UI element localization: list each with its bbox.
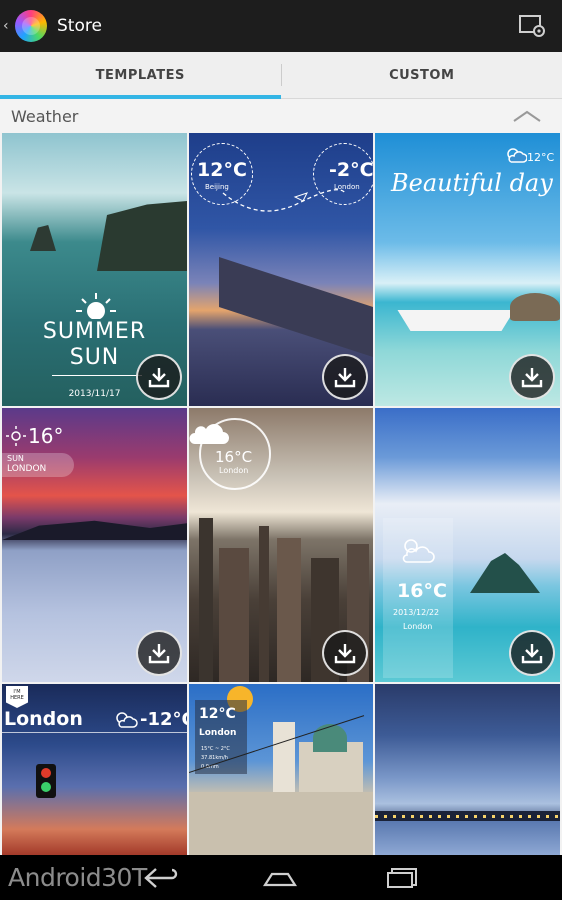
- facade: [189, 792, 373, 855]
- sun-icon: [6, 426, 26, 446]
- download-icon: [334, 644, 356, 664]
- building: [277, 538, 301, 682]
- template-tile-sunset-lake[interactable]: 16° SUN LONDON: [2, 408, 187, 682]
- download-button[interactable]: [136, 630, 182, 676]
- screen-settings-icon[interactable]: [518, 14, 546, 38]
- system-nav-bar: Android30T: [0, 855, 562, 900]
- tile-temp: 12°C: [527, 151, 555, 164]
- tile-temp: -12°C: [140, 709, 187, 730]
- recents-icon[interactable]: [384, 867, 420, 889]
- download-icon: [148, 368, 170, 388]
- rock-small: [30, 225, 56, 251]
- mountain-silhouette: [2, 520, 187, 540]
- divider-line: [52, 375, 142, 376]
- download-button[interactable]: [322, 354, 368, 400]
- download-icon: [334, 368, 356, 388]
- flight-path-line: [222, 189, 346, 212]
- template-grid: SUMMER SUN 2013/11/17 12°C Beijing -2°C …: [0, 133, 562, 855]
- template-tile-cathedral[interactable]: 12°C London 15°C ~ 2°C 37.81km/h 0.0mm: [189, 684, 373, 855]
- water: [375, 821, 560, 855]
- watermark: Android30T: [8, 863, 147, 892]
- tile-tag: I'M HERE: [10, 689, 24, 701]
- download-button[interactable]: [136, 354, 182, 400]
- template-tile-traffic[interactable]: I'M HERE London -12°C: [2, 684, 187, 855]
- download-icon: [521, 368, 543, 388]
- download-button[interactable]: [322, 630, 368, 676]
- action-bar: ‹ Store: [0, 0, 562, 52]
- home-icon[interactable]: [262, 871, 298, 887]
- app-logo-icon[interactable]: [15, 10, 47, 42]
- tile-temp: 16°: [28, 424, 64, 448]
- template-tile-harbor[interactable]: [375, 684, 560, 855]
- template-tile-summer-sun[interactable]: SUMMER SUN 2013/11/17: [2, 133, 187, 406]
- rock-cliff: [97, 201, 187, 271]
- back-caret-icon[interactable]: ‹: [3, 18, 13, 34]
- green-dome: [313, 724, 347, 752]
- building: [259, 526, 269, 682]
- section-header[interactable]: Weather: [0, 99, 562, 133]
- tile-caption: Beautiful day: [391, 169, 553, 197]
- section-title: Weather: [11, 106, 79, 126]
- download-button[interactable]: [509, 354, 555, 400]
- hut-roof: [510, 293, 560, 321]
- island-mountain: [470, 553, 540, 593]
- partly-cloudy-icon: [402, 539, 435, 563]
- building: [219, 548, 249, 682]
- tile-city: London: [219, 466, 249, 475]
- tile-city: LONDON: [7, 464, 47, 474]
- template-tile-city-skyline[interactable]: 16°C London: [189, 408, 373, 682]
- tile-city: London: [403, 622, 433, 631]
- template-tile-beautiful-day[interactable]: 12°C Beautiful day: [375, 133, 560, 406]
- back-icon[interactable]: [142, 867, 178, 889]
- download-icon: [148, 644, 170, 664]
- download-icon: [521, 644, 543, 664]
- building: [199, 518, 213, 682]
- collapse-chevron-icon[interactable]: [512, 109, 542, 123]
- tile-detail-temp-range: 15°C ~ 2°C: [201, 746, 230, 752]
- tile-summer-title: SUMMER: [42, 319, 147, 344]
- divider-line: [2, 732, 187, 733]
- sun-palms-icon: [76, 293, 116, 319]
- store-screen: ‹ Store TEMPLATES CUSTOM Weather SUMMER …: [0, 0, 562, 900]
- tile-date: 2013/12/22: [393, 608, 440, 617]
- cloud-icon: [189, 424, 229, 444]
- tab-custom[interactable]: CUSTOM: [282, 52, 562, 98]
- tab-bar: TEMPLATES CUSTOM: [0, 52, 562, 99]
- boat: [397, 310, 515, 331]
- page-title: Store: [57, 16, 102, 36]
- tab-templates[interactable]: TEMPLATES: [0, 52, 281, 99]
- tile-city: London: [4, 708, 83, 730]
- tile-city: London: [199, 728, 237, 738]
- template-tile-island[interactable]: 16°C 2013/12/22 London: [375, 408, 560, 682]
- harbor-lights: [375, 815, 560, 818]
- download-button[interactable]: [509, 630, 555, 676]
- tile-day: SUN: [7, 454, 24, 463]
- partly-cloudy-icon: [116, 712, 138, 728]
- partly-cloudy-icon: [507, 148, 527, 163]
- template-tile-flight[interactable]: 12°C Beijing -2°C London: [189, 133, 373, 406]
- tile-temp: 16°C: [397, 580, 447, 602]
- red-light: [41, 768, 51, 778]
- tile-temp: 12°C: [199, 706, 236, 722]
- tile-temp: 16°C: [215, 448, 253, 466]
- plane-wing: [219, 257, 373, 359]
- green-light: [41, 782, 51, 792]
